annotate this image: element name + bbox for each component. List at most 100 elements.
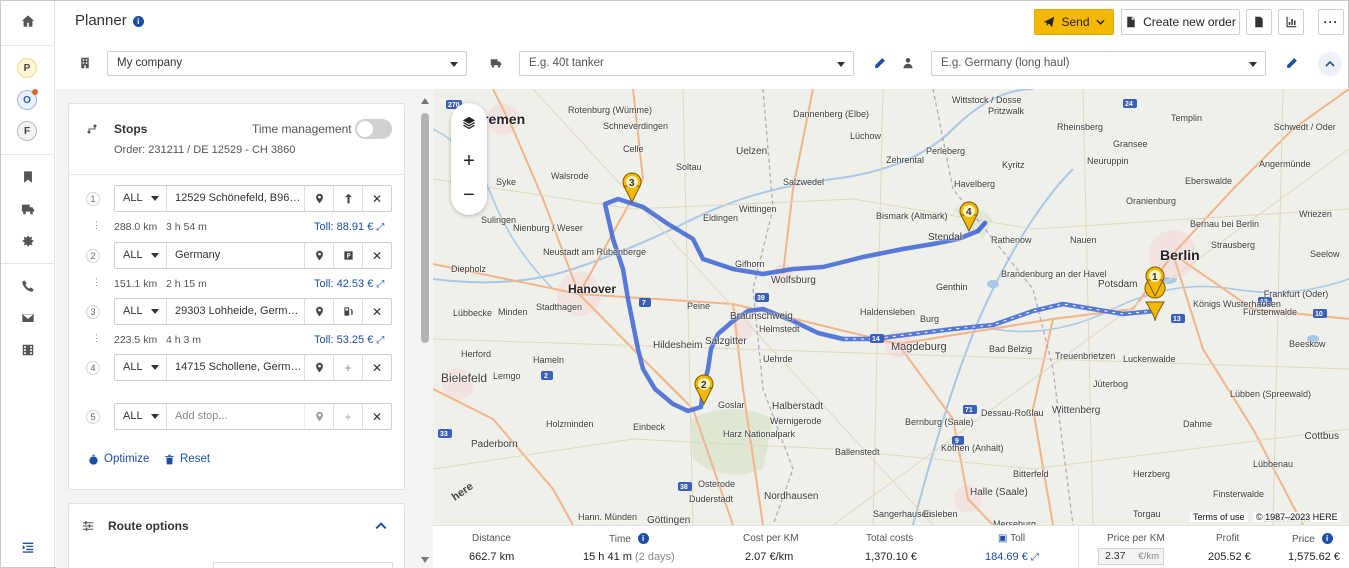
stop-address[interactable]: 12529 Schönefeld, B96… xyxy=(175,186,301,211)
gear-icon[interactable] xyxy=(18,231,38,251)
paper-plane-icon xyxy=(1044,16,1055,28)
leg-distance: 223.5 km xyxy=(114,334,158,346)
mail-icon[interactable] xyxy=(18,308,38,328)
stop-number: 4 xyxy=(86,361,100,375)
time-management-toggle[interactable] xyxy=(355,119,392,139)
pin-icon[interactable] xyxy=(304,243,333,268)
truck-toll-icon: ▣ xyxy=(998,533,1008,544)
stop-row: ALL 14715 Schollene, Germ… + ✕ xyxy=(114,354,392,381)
fuel-icon[interactable] xyxy=(333,299,362,324)
more-options-button[interactable]: ··· xyxy=(1318,9,1344,35)
remove-stop-icon[interactable]: ✕ xyxy=(362,355,391,380)
home-icon[interactable] xyxy=(18,11,38,31)
filter-value: ALL xyxy=(123,249,143,261)
parking-icon[interactable] xyxy=(333,243,362,268)
chart-button[interactable] xyxy=(1278,9,1304,35)
phone-icon[interactable] xyxy=(18,276,38,296)
stop-filter-select[interactable]: ALL xyxy=(115,243,167,268)
price-per-km-input[interactable]: 2.37 €/km xyxy=(1098,548,1164,565)
chevron-up-icon[interactable] xyxy=(373,519,389,533)
layers-button[interactable] xyxy=(451,105,487,141)
panel-scrollbar[interactable] xyxy=(420,95,429,565)
zoom-in-button[interactable]: + xyxy=(451,143,487,179)
info-icon[interactable]: i xyxy=(1321,533,1333,544)
drag-handle-icon[interactable]: ⋮ xyxy=(92,334,101,343)
remove-stop-icon[interactable]: ✕ xyxy=(362,186,391,211)
scroll-up-icon[interactable] xyxy=(421,98,429,104)
bookmark-icon[interactable] xyxy=(18,167,38,187)
page-title-text: Planner xyxy=(75,12,127,29)
terms-of-use-link[interactable]: Terms of use xyxy=(1190,512,1248,522)
pin-icon[interactable] xyxy=(304,404,333,429)
city-label: Gransee xyxy=(1113,139,1148,149)
plus-icon[interactable]: + xyxy=(333,355,362,380)
remove-stop-icon[interactable]: ✕ xyxy=(362,404,391,429)
optimize-button[interactable]: Optimize xyxy=(88,453,149,465)
city-label: Torgau xyxy=(1133,509,1161,519)
drag-handle-icon[interactable]: ⋮ xyxy=(92,221,101,230)
route-map[interactable]: 270 7 39 14 12 13 24 33 2 38 9 10 71 1 2… xyxy=(433,89,1349,525)
route-option-field[interactable] xyxy=(213,562,393,568)
reset-button[interactable]: Reset xyxy=(164,453,210,465)
zoom-out-button[interactable]: − xyxy=(451,177,487,213)
pin-icon[interactable] xyxy=(304,299,333,324)
add-stop-input[interactable]: Add stop... xyxy=(175,404,301,429)
drag-handle-icon[interactable]: ⋮ xyxy=(92,278,101,287)
optimize-label: Optimize xyxy=(104,453,150,465)
plus-icon[interactable]: + xyxy=(333,404,362,429)
city-label: Hann. Münden xyxy=(578,512,638,522)
pin-icon[interactable] xyxy=(304,186,333,211)
remove-stop-icon[interactable]: ✕ xyxy=(362,299,391,324)
company-select[interactable]: My company xyxy=(107,51,467,76)
time-label: Time i xyxy=(609,533,649,545)
toll-value[interactable]: 184.69 € ⤢ xyxy=(985,551,1039,563)
pin-icon[interactable] xyxy=(304,355,333,380)
city-label: Harz Nationalpark xyxy=(723,429,796,439)
edit-profile-icon[interactable] xyxy=(1285,56,1299,70)
toll-link[interactable]: Toll: 88.91 € ⤢ xyxy=(314,221,384,233)
toll-link[interactable]: Toll: 53.25 € ⤢ xyxy=(314,334,384,346)
avatar-f[interactable]: F xyxy=(17,121,37,141)
stop-filter-select[interactable]: ALL xyxy=(115,299,167,324)
remove-stop-icon[interactable]: ✕ xyxy=(362,243,391,268)
stop-address[interactable]: 14715 Schollene, Germ… xyxy=(175,355,301,380)
marker-label: 2 xyxy=(701,380,707,391)
collapse-header-button[interactable] xyxy=(1318,52,1342,76)
city-label: Magdeburg xyxy=(891,341,947,353)
film-icon[interactable] xyxy=(18,340,38,360)
avatar-o[interactable]: O xyxy=(17,89,38,110)
expand-sidebar-icon[interactable] xyxy=(18,537,38,557)
filter-value: ALL xyxy=(123,305,143,317)
avatar-letter: O xyxy=(23,94,31,106)
city-label: Nordhausen xyxy=(764,491,819,502)
plus-icon: + xyxy=(463,149,475,172)
scroll-down-icon[interactable] xyxy=(421,557,429,563)
city-label: Pritzwalk xyxy=(988,106,1025,116)
arrow-up-icon[interactable] xyxy=(333,186,362,211)
scroll-thumb[interactable] xyxy=(421,113,429,343)
time-days: (2 days) xyxy=(634,551,675,563)
pdf-document-button[interactable] xyxy=(1246,9,1272,35)
route-icon xyxy=(85,122,99,136)
create-new-order-button[interactable]: Create new order xyxy=(1121,9,1240,35)
info-icon[interactable]: i xyxy=(132,16,144,27)
svg-text:10: 10 xyxy=(1315,311,1323,318)
stop-filter-select[interactable]: ALL xyxy=(115,355,167,380)
stop-filter-select[interactable]: ALL xyxy=(115,404,167,429)
toll-link[interactable]: Toll: 42.53 € ⤢ xyxy=(314,278,384,290)
stop-filter-select[interactable]: ALL xyxy=(115,186,167,211)
avatar-p[interactable]: P xyxy=(17,58,37,78)
stop-address[interactable]: Germany xyxy=(175,243,301,268)
info-icon[interactable]: i xyxy=(637,533,649,544)
profile-placeholder: E.g. Germany (long haul) xyxy=(941,57,1070,69)
city-label: Wittingen xyxy=(739,204,777,214)
vehicle-select[interactable]: E.g. 40t tanker xyxy=(519,51,854,76)
time-value: 15 h 41 m (2 days) xyxy=(583,551,675,563)
profile-select[interactable]: E.g. Germany (long haul) xyxy=(931,51,1266,76)
stop-address[interactable]: 29303 Lohheide, Germ… xyxy=(175,299,301,324)
city-label: Minden xyxy=(498,307,528,317)
city-label: Bernburg (Saale) xyxy=(905,417,974,427)
truck-icon[interactable] xyxy=(18,199,38,219)
edit-vehicle-icon[interactable] xyxy=(873,56,887,70)
send-button[interactable]: Send xyxy=(1034,9,1114,35)
